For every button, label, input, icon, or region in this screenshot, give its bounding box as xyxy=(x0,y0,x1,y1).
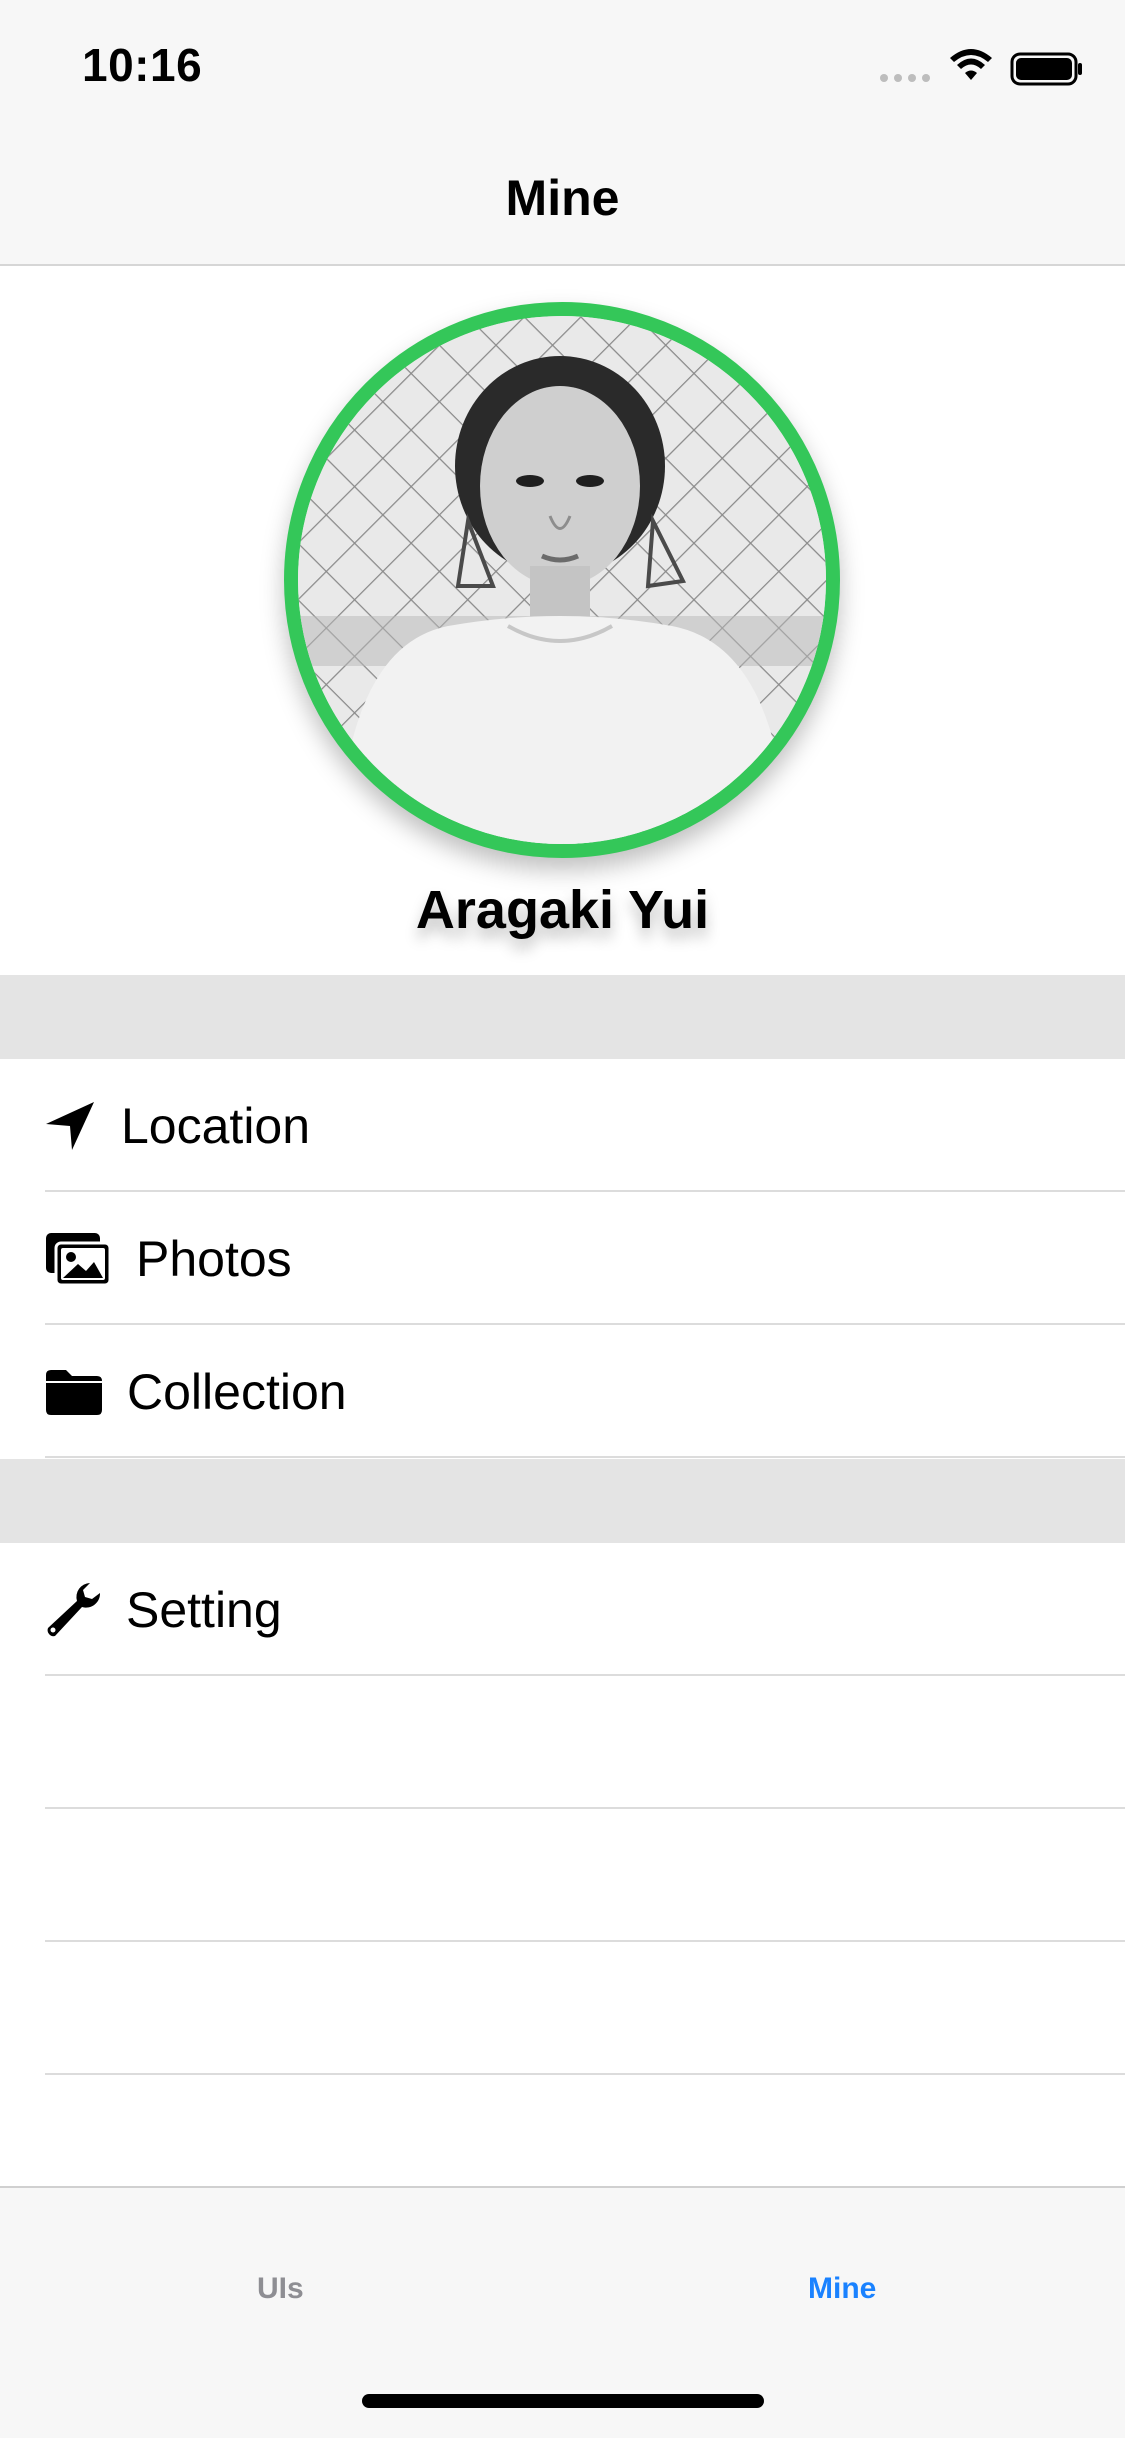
menu-item-collection[interactable]: Collection xyxy=(0,1325,1125,1458)
section-separator xyxy=(0,975,1125,1059)
empty-row xyxy=(0,1676,1125,1809)
battery-icon xyxy=(1010,52,1082,86)
home-indicator[interactable] xyxy=(362,2394,764,2408)
status-bar: 10:16 xyxy=(0,0,1125,132)
menu-item-setting[interactable]: Setting xyxy=(0,1543,1125,1676)
navigation-bar: Mine xyxy=(0,132,1125,266)
empty-row xyxy=(0,1942,1125,2075)
menu-item-label: Collection xyxy=(127,1363,347,1420)
menu-item-label: Photos xyxy=(136,1230,292,1287)
page-title: Mine xyxy=(505,170,620,226)
wifi-icon xyxy=(950,49,992,80)
tab-uis[interactable]: UIs xyxy=(257,2272,304,2306)
wrench-icon xyxy=(47,1582,101,1636)
empty-row xyxy=(0,1809,1125,1942)
menu-item-label: Location xyxy=(121,1097,311,1154)
avatar-photo xyxy=(298,316,826,844)
menu-item-photos[interactable]: Photos xyxy=(0,1192,1125,1325)
menu-section-settings: Setting xyxy=(0,1543,1125,2075)
menu-section-main: Location Photos Collection xyxy=(0,1059,1125,1458)
menu-item-label: Setting xyxy=(126,1581,282,1638)
photos-icon xyxy=(46,1232,112,1286)
location-arrow-icon xyxy=(46,1101,94,1150)
cellular-signal-icon xyxy=(880,74,930,82)
folder-icon xyxy=(46,1369,102,1415)
profile-header: Aragaki Yui xyxy=(0,266,1125,974)
profile-name: Aragaki Yui xyxy=(415,880,710,940)
section-separator xyxy=(0,1459,1125,1543)
tab-mine[interactable]: Mine xyxy=(808,2272,876,2306)
avatar[interactable] xyxy=(284,302,840,858)
status-time: 10:16 xyxy=(82,39,203,91)
menu-item-location[interactable]: Location xyxy=(0,1059,1125,1192)
